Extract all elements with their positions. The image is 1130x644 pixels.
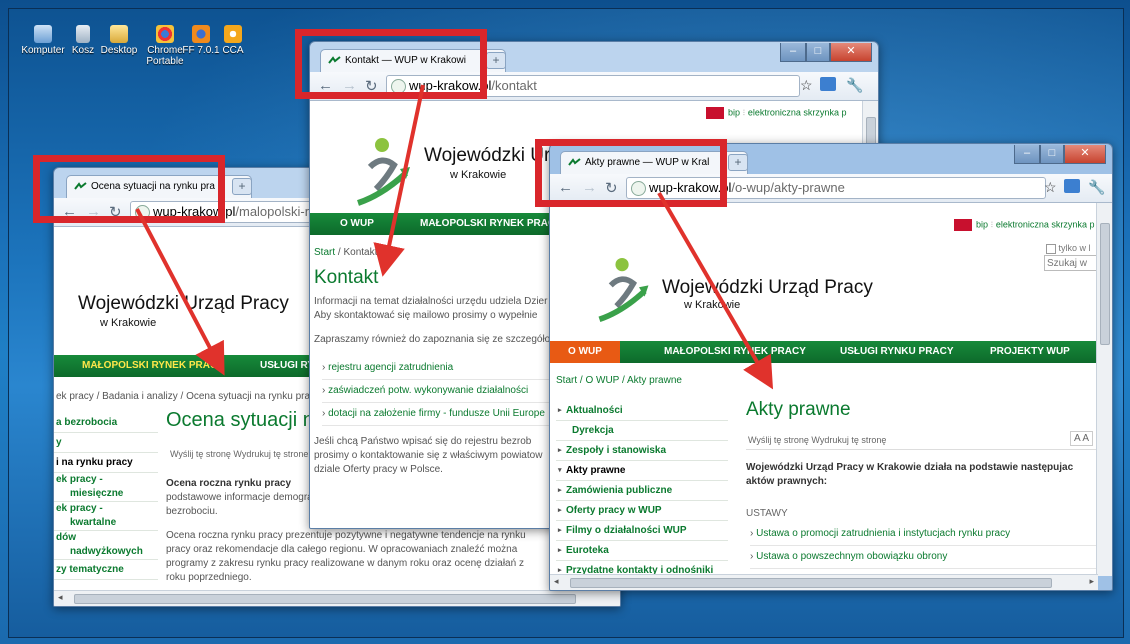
annotation-arrows xyxy=(135,84,774,390)
arrow-to-ocena-heading xyxy=(135,208,225,376)
desktop: Komputer Kosz Desktop Chrome Portable FF… xyxy=(8,8,1124,638)
arrow-to-akty-heading xyxy=(657,191,774,390)
arrow-to-kontakt-heading xyxy=(373,84,425,277)
